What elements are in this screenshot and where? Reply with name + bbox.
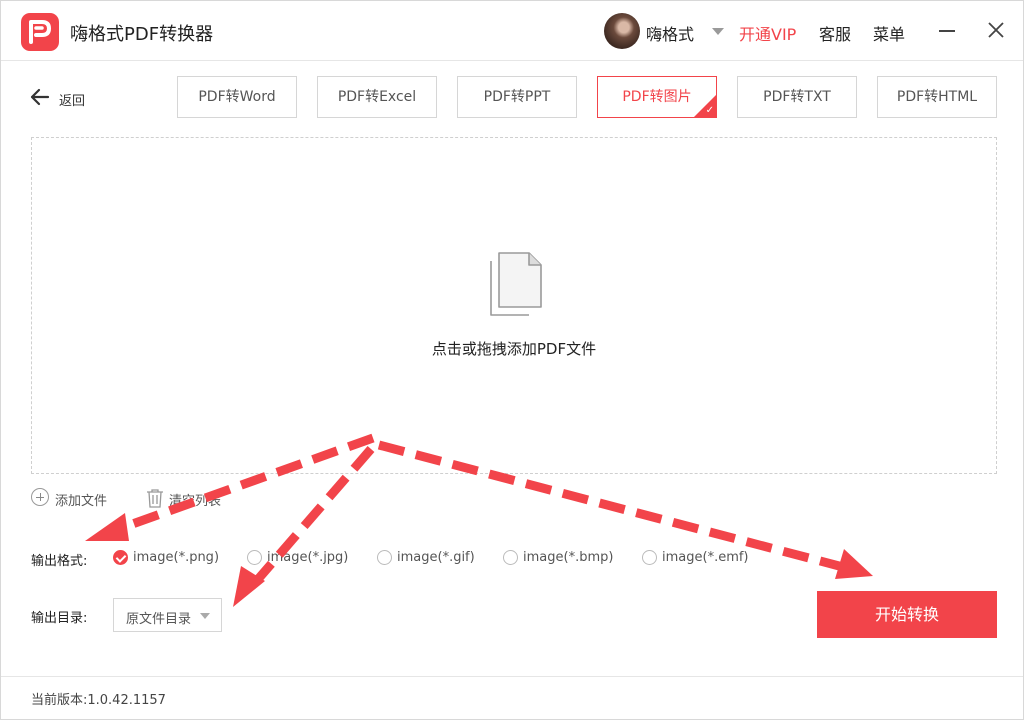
radio-icon[interactable] xyxy=(642,550,657,565)
format-option-label: image(*.gif) xyxy=(397,550,475,565)
back-label: 返回 xyxy=(59,94,86,109)
user-avatar[interactable] xyxy=(604,13,640,49)
tab-pdf-to-html[interactable]: PDF转HTML xyxy=(877,76,997,118)
chevron-down-icon xyxy=(200,613,210,619)
format-option-label: image(*.bmp) xyxy=(523,550,614,565)
trash-icon xyxy=(147,489,163,508)
format-option-label: image(*.png) xyxy=(133,550,220,565)
annotation-arrowhead xyxy=(233,566,265,607)
radio-icon[interactable] xyxy=(377,550,392,565)
status-bar: 当前版本:1.0.42.1157 xyxy=(1,676,1023,719)
annotation-arrowhead xyxy=(85,513,129,541)
output-format-label: 输出格式: xyxy=(31,554,88,569)
title-bar: 嗨格式PDF转换器 嗨格式 开通VIP 客服 菜单 xyxy=(1,1,1023,61)
app-window: 嗨格式PDF转换器 嗨格式 开通VIP 客服 菜单 返回 PDF转Word PD… xyxy=(0,0,1024,720)
radio-checked-icon[interactable] xyxy=(113,550,128,565)
file-drop-zone[interactable]: 点击或拖拽添加PDF文件 xyxy=(31,137,997,474)
radio-icon[interactable] xyxy=(247,550,262,565)
drop-zone-label: 点击或拖拽添加PDF文件 xyxy=(431,340,597,358)
start-convert-button[interactable]: 开始转换 xyxy=(817,591,997,638)
plus-circle-icon xyxy=(31,488,49,506)
tab-pdf-to-txt[interactable]: PDF转TXT xyxy=(737,76,857,118)
close-icon xyxy=(988,22,1004,38)
tab-pdf-to-image-label: PDF转图片 xyxy=(622,89,692,105)
tab-pdf-to-excel[interactable]: PDF转Excel xyxy=(317,76,437,118)
arrow-left-icon xyxy=(30,88,50,106)
version-text: 当前版本:1.0.42.1157 xyxy=(31,693,166,708)
radio-icon[interactable] xyxy=(503,550,518,565)
output-dir-value: 原文件目录 xyxy=(126,612,192,627)
format-option-label: image(*.emf) xyxy=(662,550,749,565)
tab-pdf-to-image[interactable]: PDF转图片 ✓ xyxy=(597,76,717,118)
close-button[interactable] xyxy=(985,19,1007,41)
minimize-button[interactable] xyxy=(936,19,958,41)
output-dir-label: 输出目录: xyxy=(31,611,88,626)
username[interactable]: 嗨格式 xyxy=(646,21,694,45)
back-button[interactable]: 返回 xyxy=(29,86,99,110)
format-option-label: image(*.jpg) xyxy=(267,550,349,565)
tab-pdf-to-word[interactable]: PDF转Word xyxy=(177,76,297,118)
document-icon xyxy=(490,252,542,316)
tab-pdf-to-ppt[interactable]: PDF转PPT xyxy=(457,76,577,118)
clear-list-label: 清空列表 xyxy=(169,494,222,509)
add-file-label: 添加文件 xyxy=(55,494,108,509)
user-dropdown-caret-icon[interactable] xyxy=(712,28,724,35)
app-title: 嗨格式PDF转换器 xyxy=(70,24,214,45)
app-logo-icon xyxy=(21,13,59,51)
output-dir-select[interactable]: 原文件目录 xyxy=(113,598,222,632)
vip-link[interactable]: 开通VIP xyxy=(739,21,796,45)
customer-service-link[interactable]: 客服 xyxy=(819,21,851,45)
checkmark-icon: ✓ xyxy=(705,105,714,116)
menu-link[interactable]: 菜单 xyxy=(873,21,905,45)
annotation-arrowhead xyxy=(835,549,873,579)
